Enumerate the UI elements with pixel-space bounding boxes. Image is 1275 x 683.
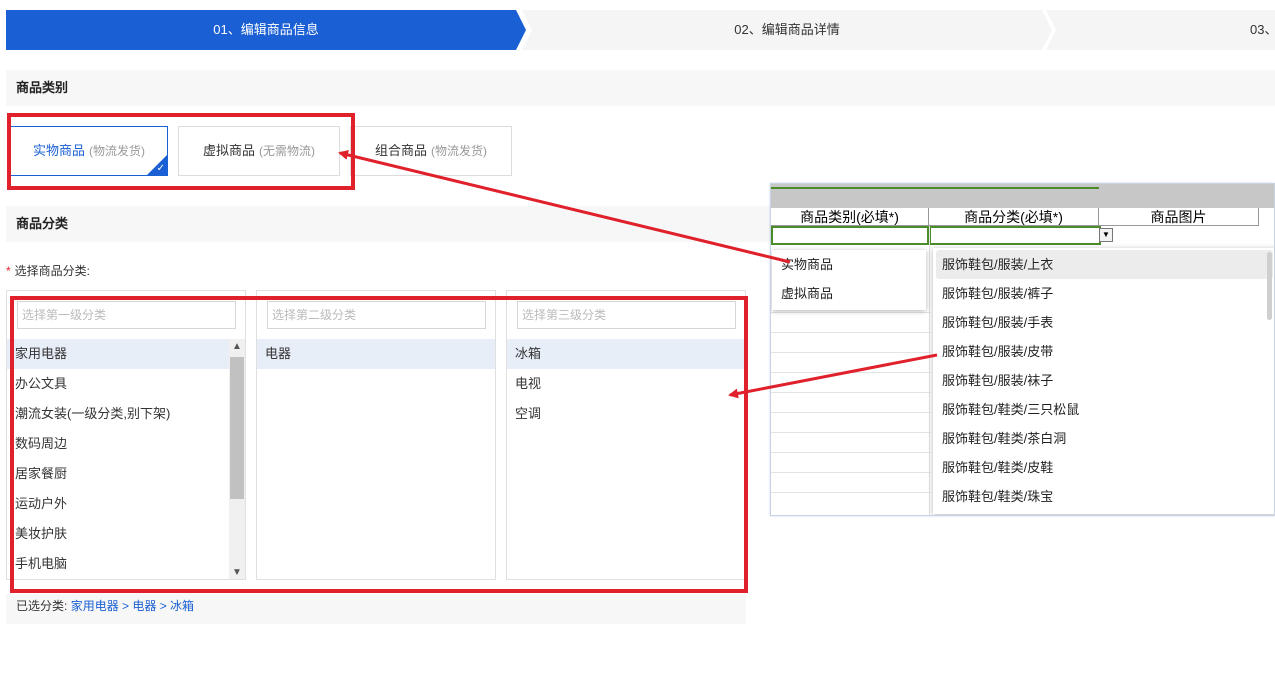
arrow-to-type [338, 150, 791, 264]
arrow-to-category [728, 353, 938, 399]
annotation-arrows [338, 150, 938, 399]
